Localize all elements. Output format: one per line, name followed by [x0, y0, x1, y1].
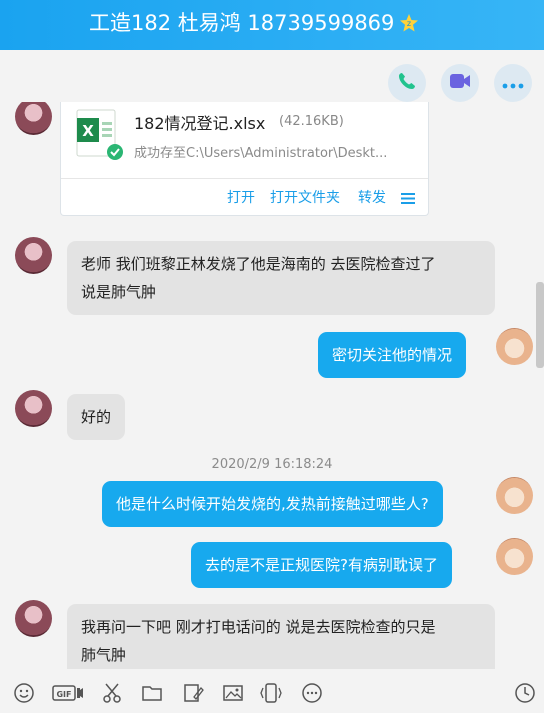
chat-toolbar — [0, 50, 544, 102]
phone-icon — [397, 71, 417, 95]
folder-icon[interactable] — [141, 682, 163, 704]
video-icon — [449, 72, 471, 94]
outgoing-message[interactable]: 去的是不是正规医院?有病别耽误了 — [191, 542, 452, 588]
open-folder-link[interactable]: 打开文件夹 — [270, 187, 340, 207]
message-text-line: 老师 我们班黎正林发烧了他是海南的 去医院检查过了 — [81, 255, 436, 273]
more-options-button[interactable] — [494, 64, 532, 102]
file-size: (42.16KB) — [279, 114, 344, 129]
outgoing-message[interactable]: 密切关注他的情况 — [318, 332, 467, 378]
image-icon[interactable] — [222, 682, 244, 704]
contact-avatar[interactable] — [15, 237, 52, 274]
svg-text:X: X — [82, 122, 94, 140]
scissors-icon[interactable] — [101, 682, 123, 704]
svg-text:z: z — [407, 19, 411, 28]
message-text-line: 肺气肿 — [81, 646, 127, 664]
contact-avatar[interactable] — [15, 600, 52, 637]
svg-text:GIF: GIF — [56, 690, 71, 699]
image-edit-icon[interactable] — [182, 682, 204, 704]
history-icon[interactable] — [514, 682, 536, 704]
contact-avatar[interactable] — [15, 102, 52, 135]
chat-history[interactable]: X 182情况登记.xlsx (42.16KB) 成功存至C:\Users\Ad… — [0, 102, 544, 669]
open-file-link[interactable]: 打开 — [227, 187, 255, 207]
input-toolbar: GIF — [0, 669, 544, 713]
my-avatar[interactable] — [496, 477, 533, 514]
gif-icon[interactable]: GIF — [52, 682, 84, 704]
file-name: 182情况登记.xlsx — [134, 114, 266, 133]
file-menu-icon[interactable] — [401, 190, 415, 209]
voice-call-button[interactable] — [388, 64, 426, 102]
more-dots-icon[interactable] — [301, 682, 323, 704]
incoming-message[interactable]: 我再问一下吧 刚才打电话问的 说是去医院检查的只是 肺气肿 — [67, 604, 495, 669]
message-timestamp: 2020/2/9 16:18:24 — [211, 457, 333, 472]
title-bar: 工造182 杜易鸿 18739599869 z — [0, 0, 544, 50]
file-save-status: 成功存至C:\Users\Administrator\Deskt... — [134, 146, 388, 161]
message-text: 好的 — [81, 408, 112, 426]
incoming-message[interactable]: 老师 我们班黎正林发烧了他是海南的 去医院检查过了 说是肺气肿 — [67, 241, 495, 315]
chat-scrollbar[interactable] — [536, 282, 544, 368]
message-text: 密切关注他的情况 — [332, 346, 453, 364]
vip-badge-icon: z — [399, 13, 419, 33]
file-message-card[interactable]: X 182情况登记.xlsx (42.16KB) 成功存至C:\Users\Ad… — [60, 102, 429, 216]
shake-icon[interactable] — [260, 682, 282, 704]
video-call-button[interactable] — [441, 64, 479, 102]
message-text-line: 我再问一下吧 刚才打电话问的 说是去医院检查的只是 — [81, 618, 436, 636]
excel-file-icon: X — [75, 108, 123, 160]
incoming-message[interactable]: 好的 — [67, 394, 126, 440]
more-icon — [502, 74, 524, 93]
contact-avatar[interactable] — [15, 390, 52, 427]
my-avatar[interactable] — [496, 538, 533, 575]
my-avatar[interactable] — [496, 328, 533, 365]
message-text: 他是什么时候开始发烧的,发热前接触过哪些人? — [116, 495, 429, 513]
message-text: 去的是不是正规医院?有病别耽误了 — [205, 556, 438, 574]
message-text-line: 说是肺气肿 — [81, 283, 157, 301]
forward-file-link[interactable]: 转发 — [358, 187, 386, 207]
outgoing-message[interactable]: 他是什么时候开始发烧的,发热前接触过哪些人? — [102, 481, 443, 527]
window-title: 工造182 杜易鸿 18739599869 — [89, 11, 395, 35]
file-card-divider — [61, 178, 428, 179]
emoji-icon[interactable] — [13, 682, 35, 704]
